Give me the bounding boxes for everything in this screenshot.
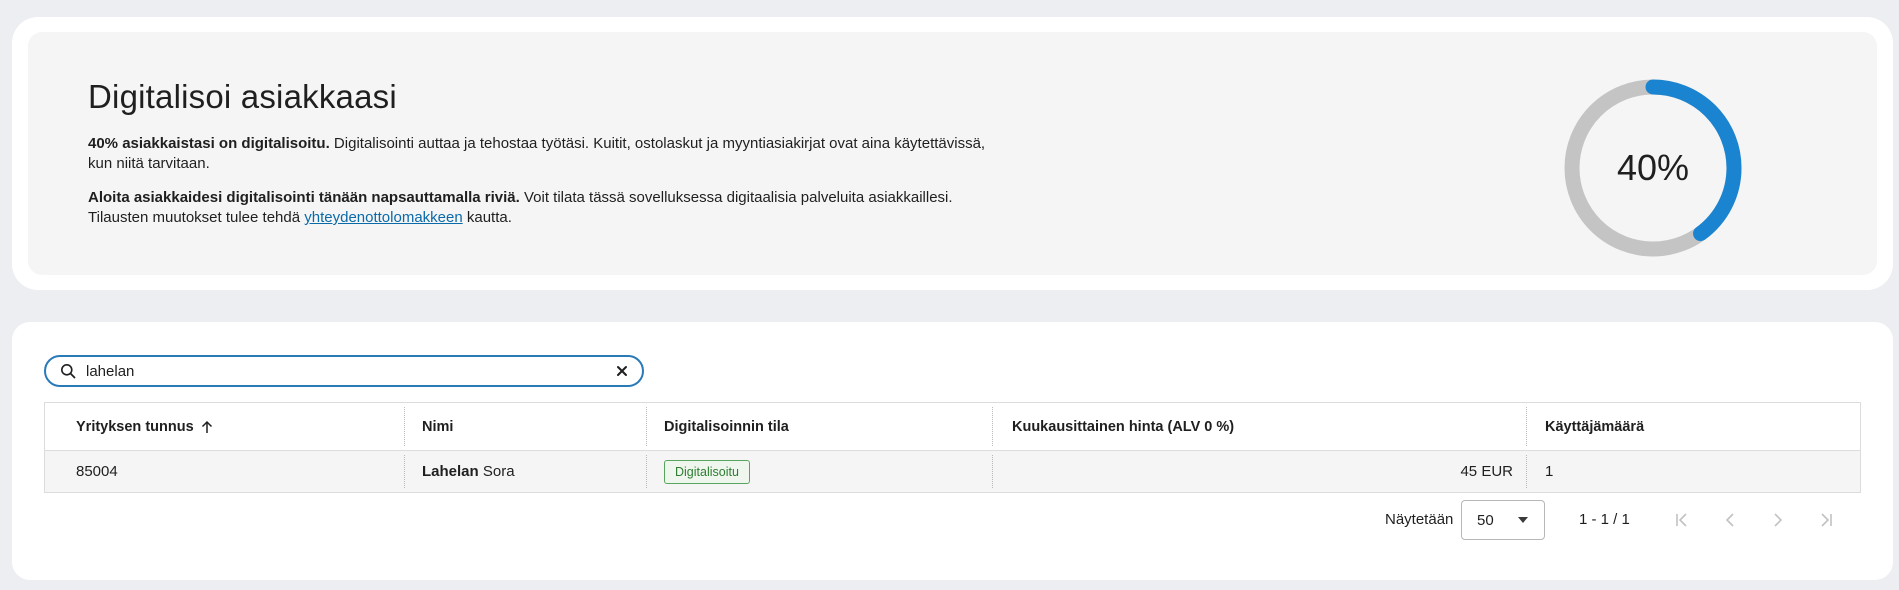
column-header-label: Käyttäjämäärä bbox=[1545, 418, 1645, 435]
digitalization-card: Digitalisoi asiakkaasi 40% asiakkaistasi… bbox=[12, 17, 1893, 290]
instructions-bold: Aloita asiakkaidesi digitalisointi tänää… bbox=[88, 189, 520, 206]
arrow-up-icon[interactable] bbox=[200, 420, 214, 434]
page-range: 1 - 1 / 1 bbox=[1579, 511, 1630, 528]
search-input[interactable] bbox=[86, 358, 606, 384]
name-match-highlight: Lahelan bbox=[422, 463, 479, 480]
status-badge: Digitalisoitu bbox=[664, 459, 750, 484]
column-header-monthly-price[interactable]: Kuukausittainen hinta (ALV 0 %) bbox=[993, 403, 1527, 450]
digitalized-percentage-text: 40% asiakkaistasi on digitalisoitu. bbox=[88, 135, 330, 152]
page-title: Digitalisoi asiakkaasi bbox=[88, 78, 397, 115]
search-icon bbox=[61, 364, 76, 379]
column-header-label: Yrityksen tunnus bbox=[76, 418, 194, 435]
column-header-label: Nimi bbox=[422, 418, 454, 435]
last-page-icon[interactable] bbox=[1816, 510, 1836, 530]
column-header-company-id[interactable]: Yrityksen tunnus bbox=[45, 403, 405, 450]
contact-form-link[interactable]: yhteydenottolomakkeen bbox=[304, 209, 462, 226]
summary-text-2: kun niitä tarvitaan. bbox=[88, 155, 210, 172]
caret-down-icon bbox=[1518, 517, 1528, 523]
digitalized-summary: 40% asiakkaistasi on digitalisoitu. Digi… bbox=[88, 134, 988, 174]
cell-name: Lahelan Sora bbox=[405, 451, 647, 492]
cell-company-id: 85004 bbox=[45, 451, 405, 492]
customers-card: Yrityksen tunnus Nimi Digitalisoinnin ti… bbox=[12, 322, 1893, 580]
instructions: Aloita asiakkaidesi digitalisointi tänää… bbox=[88, 188, 988, 228]
table-row[interactable]: 85004 Lahelan Sora Digitalisoitu 45 EUR … bbox=[45, 451, 1860, 492]
table-header: Yrityksen tunnus Nimi Digitalisoinnin ti… bbox=[45, 403, 1860, 451]
cell-monthly-price: 45 EUR bbox=[993, 451, 1527, 492]
instructions-text: Voit tilata tässä sovelluksessa digitaal… bbox=[519, 189, 953, 206]
search-box[interactable] bbox=[44, 355, 644, 387]
previous-page-icon[interactable] bbox=[1720, 510, 1740, 530]
column-header-user-count[interactable]: Käyttäjämäärä bbox=[1527, 403, 1860, 450]
close-icon[interactable] bbox=[614, 363, 630, 379]
digitalization-panel: Digitalisoi asiakkaasi 40% asiakkaistasi… bbox=[28, 32, 1877, 275]
next-page-icon[interactable] bbox=[1768, 510, 1788, 530]
first-page-icon[interactable] bbox=[1672, 510, 1692, 530]
cell-user-count: 1 bbox=[1545, 463, 1554, 480]
progress-donut: 40% bbox=[1563, 78, 1743, 258]
column-header-label: Kuukausittainen hinta (ALV 0 %) bbox=[1012, 418, 1235, 435]
name-rest: Sora bbox=[478, 463, 515, 480]
cell-status: Digitalisoitu bbox=[647, 451, 993, 492]
progress-label: 40% bbox=[1616, 147, 1690, 188]
page-size-value: 50 bbox=[1477, 512, 1494, 529]
instructions-text-2: Tilausten muutokset tulee tehdä bbox=[88, 209, 305, 226]
column-header-name[interactable]: Nimi bbox=[405, 403, 647, 450]
page-size-select[interactable]: 50 bbox=[1461, 500, 1545, 540]
instructions-text-3: kautta. bbox=[462, 209, 512, 226]
column-header-label: Digitalisoinnin tila bbox=[664, 418, 789, 435]
pagination: Näytetään 50 1 - 1 / 1 bbox=[12, 500, 1893, 540]
customers-table: Yrityksen tunnus Nimi Digitalisoinnin ti… bbox=[44, 402, 1861, 493]
summary-text: Digitalisointi auttaa ja tehostaa työtäs… bbox=[329, 135, 986, 152]
column-header-status[interactable]: Digitalisoinnin tila bbox=[647, 403, 993, 450]
page-size-label: Näytetään bbox=[1385, 511, 1454, 528]
